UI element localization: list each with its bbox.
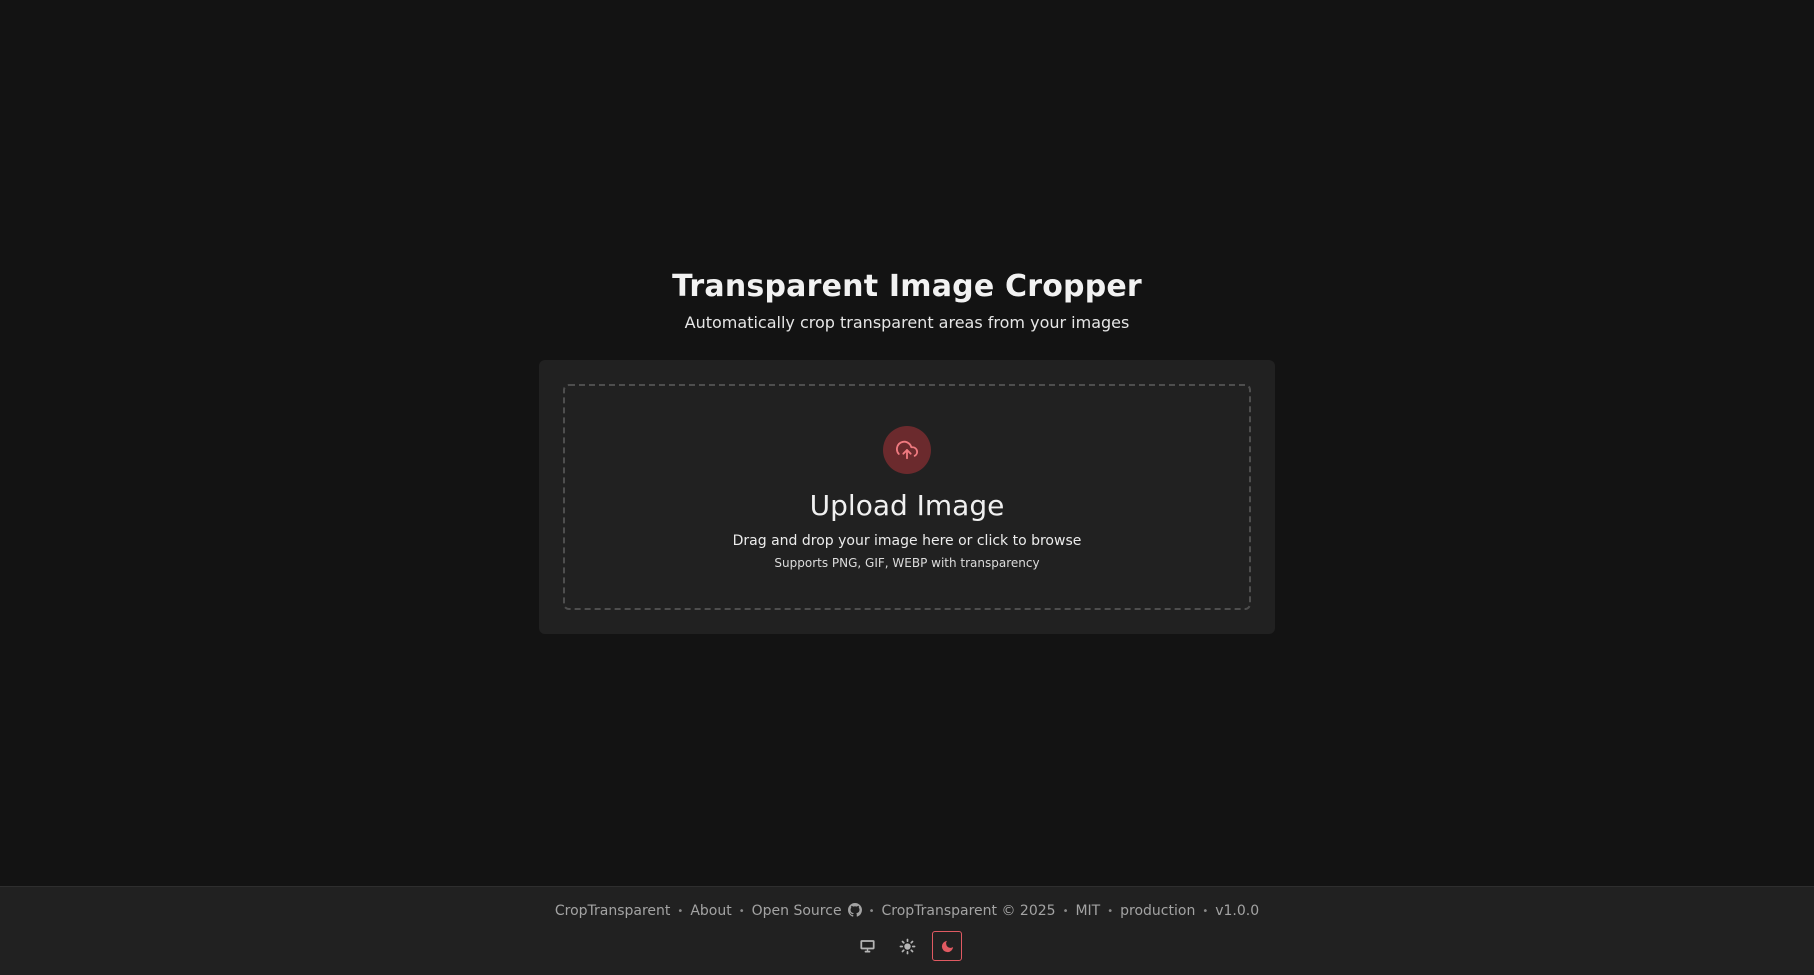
page-title: Transparent Image Cropper [672, 269, 1142, 304]
footer-about-link[interactable]: About [690, 903, 731, 919]
moon-icon [940, 939, 955, 954]
footer-environment: production [1120, 903, 1196, 919]
upload-icon-container [883, 426, 931, 474]
page-subtitle: Automatically crop transparent areas fro… [684, 313, 1130, 332]
page: Transparent Image Cropper Automatically … [0, 0, 1814, 975]
footer-separator: • [868, 906, 875, 917]
footer-separator: • [1202, 906, 1209, 917]
footer-brand-link[interactable]: CropTransparent [555, 903, 671, 919]
footer-separator: • [1107, 906, 1114, 917]
page-header: Transparent Image Cropper Automatically … [0, 264, 1814, 334]
footer-version: v1.0.0 [1215, 903, 1260, 919]
footer-copyright: CropTransparent © 2025 [881, 903, 1056, 919]
footer-license-link[interactable]: MIT [1075, 903, 1100, 919]
monitor-icon [859, 938, 876, 955]
github-icon [847, 903, 862, 923]
upload-dropzone[interactable]: Upload Image Drag and drop your image he… [563, 384, 1251, 610]
footer-open-source-link[interactable]: Open Source [752, 903, 862, 919]
footer-links: CropTransparent • About • Open Source • CropTr… [0, 901, 1814, 923]
footer-separator: • [1062, 906, 1069, 917]
main-content: Transparent Image Cropper Automatically … [0, 0, 1814, 886]
theme-light-button[interactable] [892, 931, 922, 961]
footer-open-source-label: Open Source [751, 903, 842, 919]
cloud-upload-icon [896, 439, 918, 461]
upload-card: Upload Image Drag and drop your image he… [539, 360, 1275, 634]
footer: CropTransparent • About • Open Source • CropTr… [0, 886, 1814, 975]
footer-separator: • [677, 906, 684, 917]
upload-supported-formats: Supports PNG, GIF, WEBP with transparenc… [774, 556, 1040, 570]
theme-system-button[interactable] [852, 931, 882, 961]
footer-separator: • [738, 906, 745, 917]
theme-switcher [0, 931, 1814, 961]
upload-description: Drag and drop your image here or click t… [732, 533, 1082, 549]
upload-heading: Upload Image [809, 489, 1005, 522]
sun-icon [899, 938, 916, 955]
theme-dark-button[interactable] [932, 931, 962, 961]
